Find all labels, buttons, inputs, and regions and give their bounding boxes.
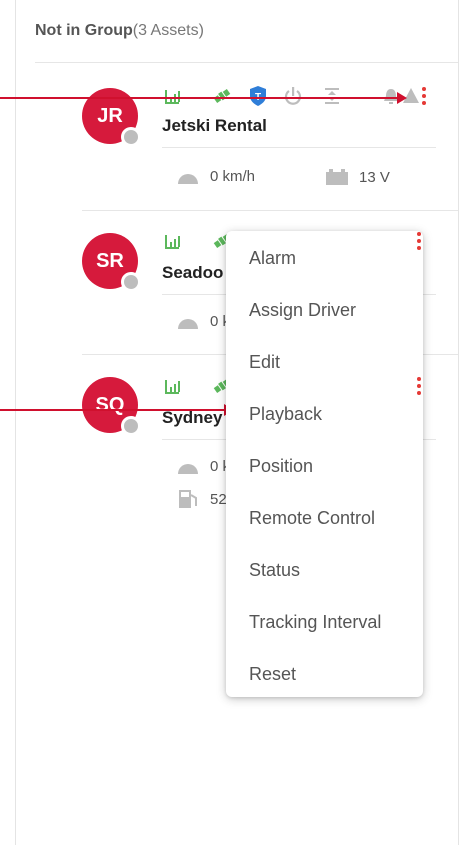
menu-item-alarm[interactable]: Alarm — [226, 232, 423, 284]
speed-stat: 0 km/h — [176, 168, 255, 185]
online-status-dot — [121, 416, 141, 436]
fuel-stat: 52 — [176, 488, 227, 510]
voltage-value: 13 V — [359, 168, 390, 186]
speedometer-icon — [178, 318, 198, 329]
menu-item-assign-driver[interactable]: Assign Driver — [226, 284, 423, 336]
more-options-button[interactable] — [420, 84, 428, 110]
signal-icon — [165, 90, 180, 104]
gps-satellite-icon — [213, 88, 231, 104]
menu-item-edit[interactable]: Edit — [226, 336, 423, 388]
speedometer-icon — [178, 173, 198, 184]
avatar-initials: SQ — [95, 393, 125, 416]
avatar: SR — [82, 233, 141, 292]
callout-arrowhead — [397, 92, 407, 104]
signal-icon — [165, 235, 180, 249]
group-header[interactable]: Not in Group(3 Assets) — [35, 22, 204, 40]
asset-name: Jetski Rental — [162, 116, 267, 135]
online-status-dot — [121, 272, 141, 292]
menu-item-remote-control[interactable]: Remote Control — [226, 492, 423, 544]
signal-icon — [165, 380, 180, 394]
lift-icon — [325, 88, 339, 104]
divider — [35, 62, 458, 63]
menu-item-position[interactable]: Position — [226, 440, 423, 492]
callout-line — [0, 409, 225, 411]
asset-name: Seadoo — [162, 263, 224, 282]
avatar: SQ — [82, 377, 141, 436]
online-status-dot — [121, 127, 141, 147]
menu-item-tracking-interval[interactable]: Tracking Interval — [226, 596, 423, 648]
battery-icon — [326, 169, 348, 185]
asset-context-menu: Alarm Assign Driver Edit Playback Positi… — [226, 231, 423, 697]
more-options-button[interactable] — [416, 229, 422, 255]
callout-line — [0, 97, 398, 99]
group-asset-count: (3 Assets) — [132, 22, 204, 39]
avatar-initials: JR — [97, 104, 123, 127]
speed-value: 0 km/h — [210, 168, 256, 185]
fuel-value: 52 — [210, 490, 227, 508]
shield-icon: T — [250, 86, 266, 106]
group-name: Not in Group — [35, 22, 133, 39]
menu-item-reset[interactable]: Reset — [226, 648, 423, 700]
more-options-button[interactable] — [416, 374, 422, 400]
asset-name: Sydney — [162, 408, 223, 427]
speedometer-icon — [178, 463, 198, 474]
power-icon — [284, 87, 302, 105]
divider — [82, 210, 458, 211]
avatar-initials: SR — [96, 249, 124, 272]
voltage-stat: 13 V — [325, 168, 390, 186]
divider — [162, 147, 436, 148]
menu-item-playback[interactable]: Playback — [226, 388, 423, 440]
menu-item-status[interactable]: Status — [226, 544, 423, 596]
fuel-icon — [179, 490, 197, 508]
